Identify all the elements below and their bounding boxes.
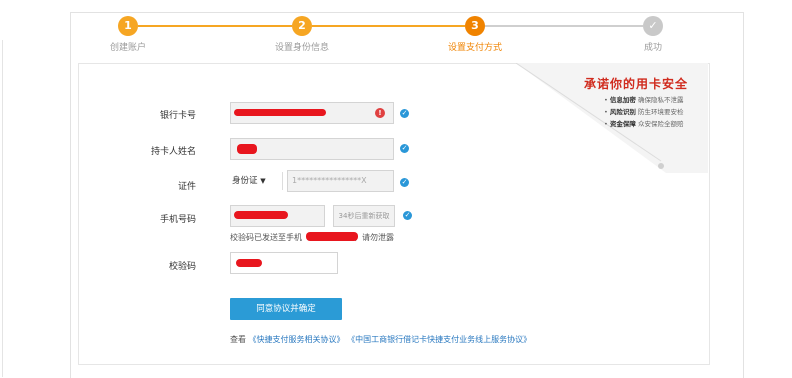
redacted-phone-hint bbox=[306, 232, 358, 241]
code-label: 校验码 bbox=[168, 262, 196, 272]
card-number-label: 银行卡号 bbox=[159, 111, 196, 121]
resend-sms-button[interactable]: 34秒后重新获取 bbox=[333, 205, 395, 227]
step-3-badge: 3 bbox=[465, 16, 485, 36]
card-valid-check-icon: ✓ bbox=[400, 109, 409, 118]
agreement-links: 查看 《快捷支付服务相关协议》 《中国工商银行借记卡快捷支付业务线上服务协议》 bbox=[230, 334, 531, 345]
name-valid-check-icon: ✓ bbox=[400, 144, 409, 153]
phone-label: 手机号码 bbox=[159, 215, 196, 225]
quickpay-agreement-link[interactable]: 《快捷支付服务相关协议》 bbox=[249, 335, 345, 344]
redacted-code bbox=[236, 259, 262, 267]
step-3-label: 设置支付方式 bbox=[447, 43, 503, 53]
icbc-debit-agreement-link[interactable]: 《中国工商银行借记卡快捷支付业务线上服务协议》 bbox=[347, 335, 531, 344]
promo-item: • 信息加密 确保隐私不泄露 bbox=[604, 96, 684, 104]
id-valid-check-icon: ✓ bbox=[400, 178, 409, 187]
promo-item: • 资金保障 众安保险全额赔 bbox=[604, 120, 684, 128]
cardholder-name-label: 持卡人姓名 bbox=[150, 147, 196, 157]
redacted-card-number bbox=[234, 109, 326, 116]
card-alert-icon: ! bbox=[375, 108, 385, 118]
phone-valid-check-icon: ✓ bbox=[403, 211, 412, 220]
promo-item: • 风险识别 防生环境要安检 bbox=[604, 108, 684, 116]
step-2-badge: 2 bbox=[292, 16, 312, 36]
step-connector-3 bbox=[485, 25, 643, 27]
step-4-label: 成功 bbox=[643, 43, 663, 53]
page-edge bbox=[2, 40, 3, 377]
step-success-check-icon: ✓ bbox=[643, 16, 663, 36]
step-connector-2 bbox=[312, 25, 465, 27]
redacted-phone bbox=[234, 211, 288, 219]
id-label: 证件 bbox=[177, 182, 196, 192]
id-number-input[interactable]: 1****************X bbox=[287, 170, 394, 192]
step-1-badge: 1 bbox=[118, 16, 138, 36]
agree-submit-button[interactable]: 同意协议并确定 bbox=[230, 298, 342, 320]
promo-title: 承诺你的用卡安全 bbox=[584, 77, 689, 91]
step-1-label: 创建账户 bbox=[109, 43, 147, 53]
step-2-label: 设置身份信息 bbox=[274, 43, 330, 53]
id-type-select[interactable]: 身份证 ▼ bbox=[232, 170, 280, 192]
agreement-prefix: 查看 bbox=[230, 335, 246, 344]
redacted-name bbox=[237, 144, 257, 154]
step-connector-1 bbox=[138, 25, 292, 27]
divider bbox=[282, 172, 283, 190]
